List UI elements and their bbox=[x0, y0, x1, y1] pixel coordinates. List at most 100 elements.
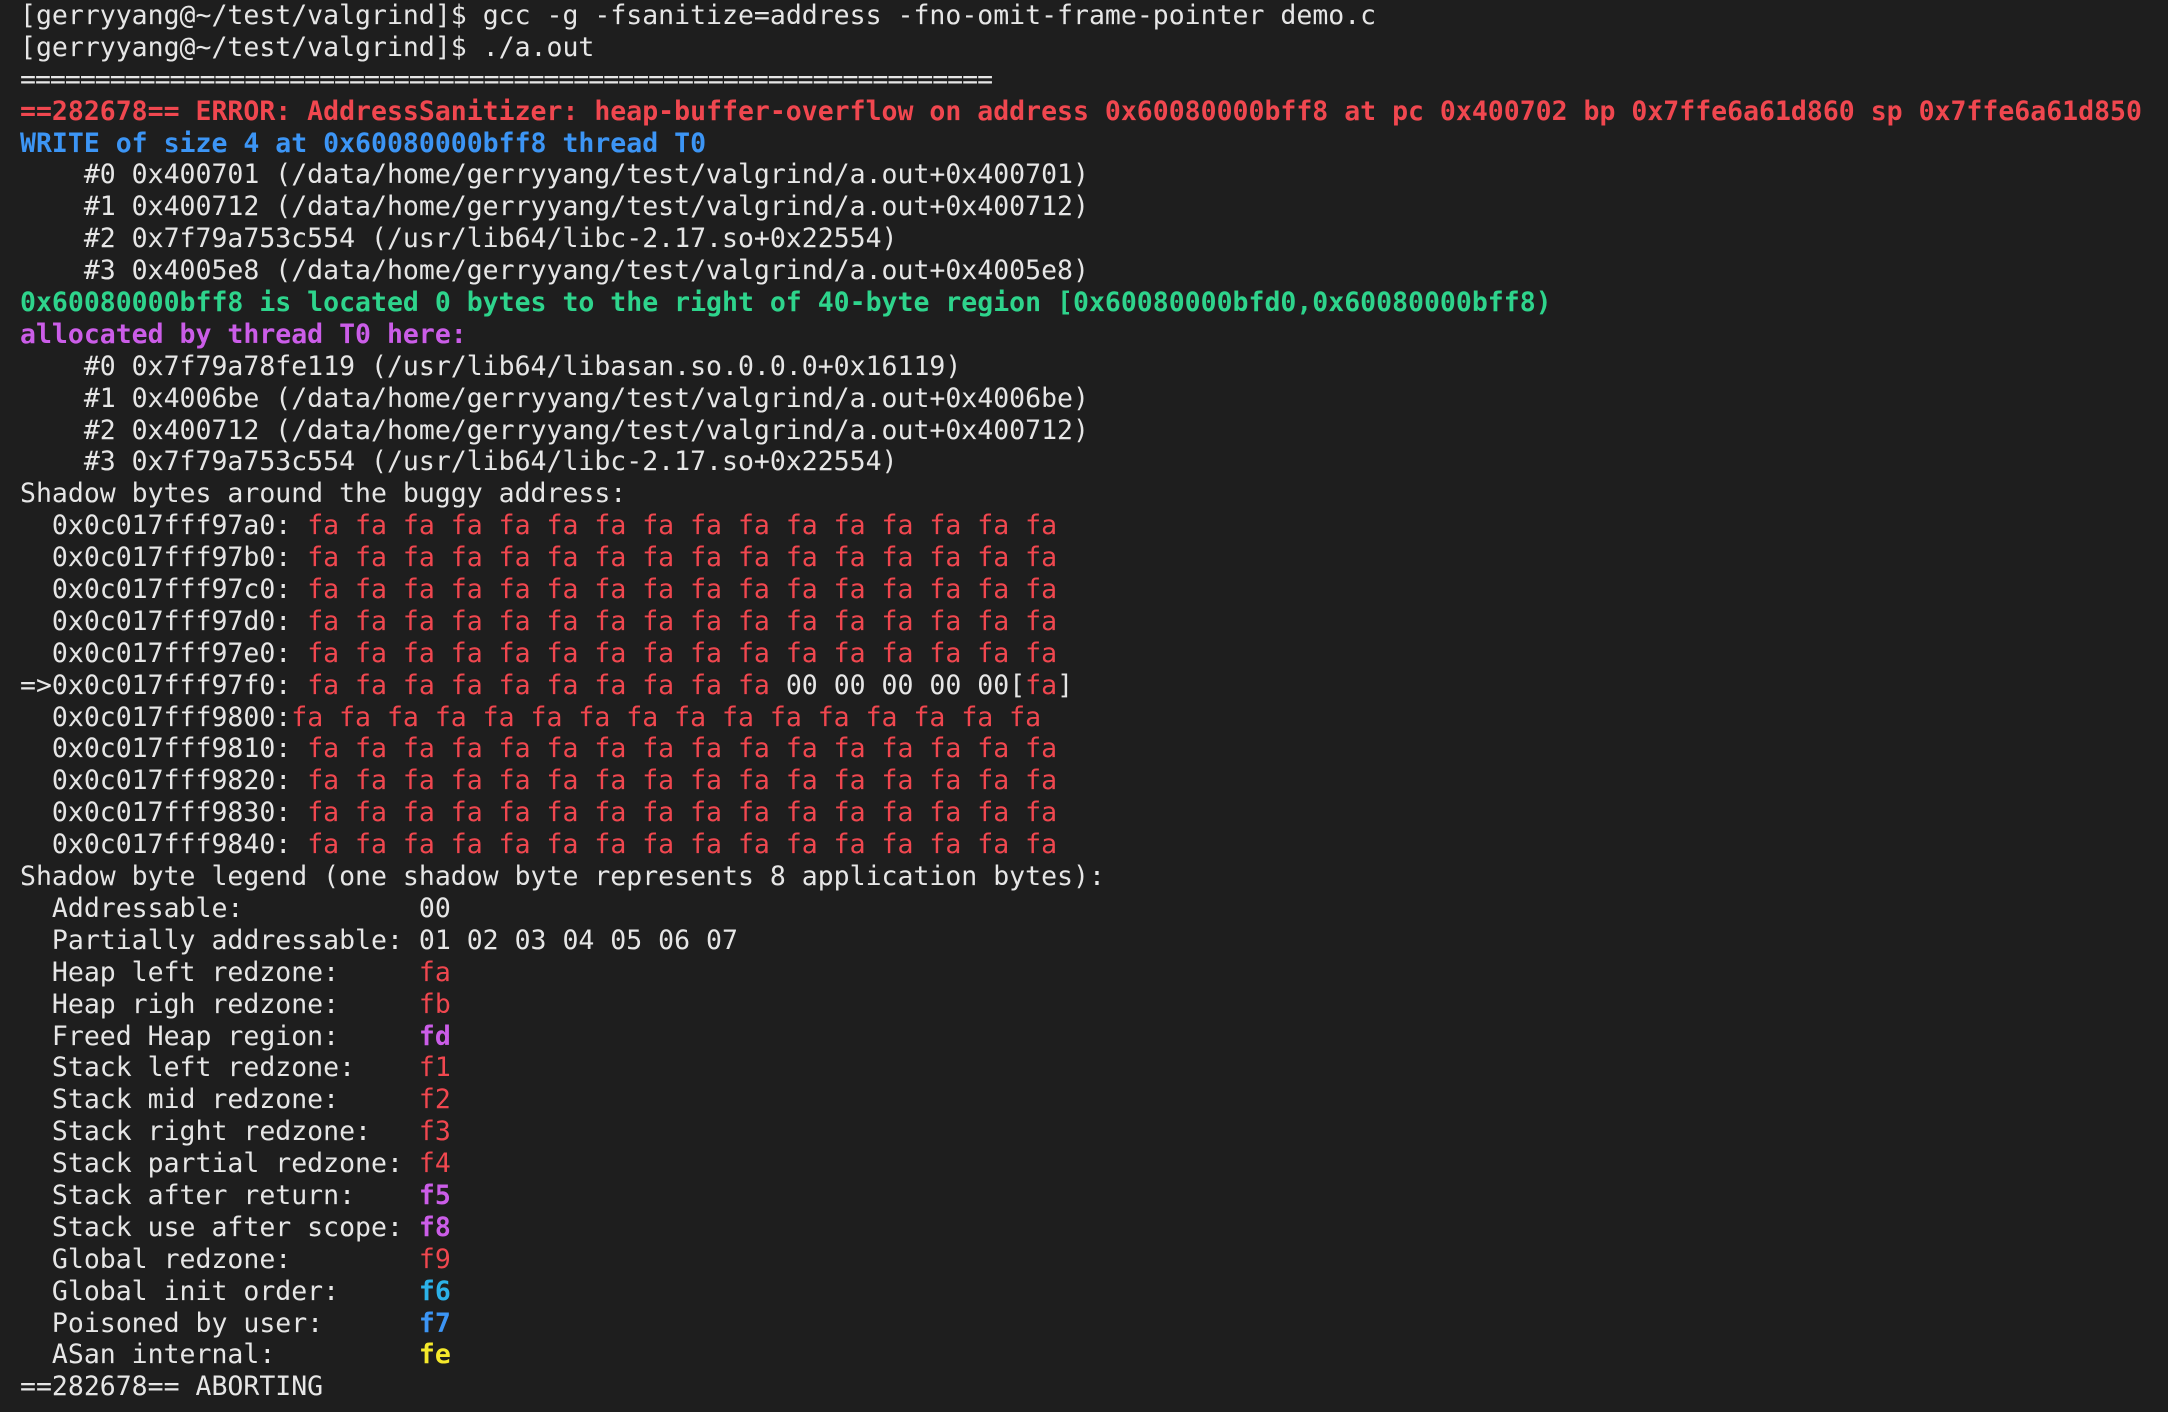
shadow-row-bytes: fa fa fa fa fa fa fa fa fa fa fa fa fa f… bbox=[307, 542, 1058, 574]
shadow-row-address: 0x0c017fff9840: bbox=[20, 829, 308, 861]
legend-value: f4 bbox=[418, 1148, 451, 1180]
legend-label: Global redzone: bbox=[20, 1243, 419, 1275]
legend-row: Global init order: f6 bbox=[20, 1276, 2168, 1308]
shadow-row-bytes: fa fa fa fa fa fa fa fa fa fa fa fa fa f… bbox=[307, 765, 1058, 797]
alloc-frame-line: #3 0x7f79a753c554 (/usr/lib64/libc-2.17.… bbox=[20, 446, 898, 478]
legend-label: Partially addressable: bbox=[20, 924, 419, 956]
legend-label: Poisoned by user: bbox=[20, 1307, 419, 1339]
legend-row: Stack use after scope: f8 bbox=[20, 1212, 2168, 1244]
legend-label: Heap righ redzone: bbox=[20, 988, 419, 1020]
shadow-row-address: 0x0c017fff97b0: bbox=[20, 542, 308, 574]
aborting-line: ==282678== ABORTING bbox=[20, 1371, 324, 1403]
shadow-row: 0x0c017fff97e0: fa fa fa fa fa fa fa fa … bbox=[20, 638, 2168, 670]
shadow-row-address: 0x0c017fff97d0: bbox=[20, 605, 308, 637]
shadow-row: 0x0c017fff9840: fa fa fa fa fa fa fa fa … bbox=[20, 829, 2168, 861]
legend-label: Stack after return: bbox=[20, 1179, 419, 1211]
command-text: gcc -g -fsanitize=address -fno-omit-fram… bbox=[482, 0, 1377, 31]
legend-value: f8 bbox=[418, 1211, 451, 1243]
stack-frame-line: #3 0x4005e8 (/data/home/gerryyang/test/v… bbox=[20, 255, 1089, 287]
shadow-row: 0x0c017fff97a0: fa fa fa fa fa fa fa fa … bbox=[20, 510, 2168, 542]
shadow-row-bytes: fa fa fa fa fa fa fa fa fa fa fa fa fa f… bbox=[307, 733, 1058, 765]
legend-value: f1 bbox=[418, 1052, 451, 1084]
legend-label: Stack partial redzone: bbox=[20, 1148, 419, 1180]
legend-row: Stack left redzone: f1 bbox=[20, 1052, 2168, 1084]
legend-label: Stack use after scope: bbox=[20, 1211, 419, 1243]
legend-row: Stack partial redzone: f4 bbox=[20, 1148, 2168, 1180]
legend-row: Freed Heap region: fd bbox=[20, 1021, 2168, 1053]
error-line: ==282678== ERROR: AddressSanitizer: heap… bbox=[20, 95, 2142, 127]
buggy-row-redzone-bytes: fa fa fa fa fa fa fa fa fa fa bbox=[307, 669, 786, 701]
shadow-row-address: 0x0c017fff9800: bbox=[20, 701, 292, 733]
legend-header: Shadow byte legend (one shadow byte repr… bbox=[20, 861, 1105, 893]
legend-value: f5 bbox=[418, 1179, 451, 1211]
shadow-row-address: 0x0c017fff9820: bbox=[20, 765, 308, 797]
write-access-line: WRITE of size 4 at 0x60080000bff8 thread… bbox=[20, 127, 707, 159]
legend-label: Stack right redzone: bbox=[20, 1116, 419, 1148]
command-line-1: [gerryyang@~/test/valgrind]$ gcc -g -fsa… bbox=[20, 0, 2168, 32]
legend-label: Stack left redzone: bbox=[20, 1052, 419, 1084]
legend-value: f6 bbox=[418, 1275, 451, 1307]
legend-row: Poisoned by user: f7 bbox=[20, 1308, 2168, 1340]
alloc-frame-line: #0 0x7f79a78fe119 (/usr/lib64/libasan.so… bbox=[20, 350, 962, 382]
legend-row: Stack after return: f5 bbox=[20, 1180, 2168, 1212]
legend-row: Addressable: 00 bbox=[20, 893, 2168, 925]
legend-value: f9 bbox=[418, 1243, 451, 1275]
shadow-row: 0x0c017fff9830: fa fa fa fa fa fa fa fa … bbox=[20, 797, 2168, 829]
shadow-row: 0x0c017fff9810: fa fa fa fa fa fa fa fa … bbox=[20, 733, 2168, 765]
shadow-row-bytes: fa fa fa fa fa fa fa fa fa fa fa fa fa f… bbox=[307, 797, 1058, 829]
shadow-row-bytes: fa fa fa fa fa fa fa fa fa fa fa fa fa f… bbox=[307, 829, 1058, 861]
shadow-bytes-header: Shadow bytes around the buggy address: bbox=[20, 478, 627, 510]
terminal-window[interactable]: [gerryyang@~/test/valgrind]$ gcc -g -fsa… bbox=[0, 0, 2168, 1412]
legend-label: Freed Heap region: bbox=[20, 1020, 419, 1052]
shadow-row-bytes: fa fa fa fa fa fa fa fa fa fa fa fa fa f… bbox=[307, 574, 1058, 606]
legend-label: Global init order: bbox=[20, 1275, 419, 1307]
legend-row: Global redzone: f9 bbox=[20, 1244, 2168, 1276]
stack-frame-line: #1 0x400712 (/data/home/gerryyang/test/v… bbox=[20, 191, 1089, 223]
legend-row: Stack right redzone: f3 bbox=[20, 1116, 2168, 1148]
legend-value: 00 bbox=[418, 892, 451, 924]
shadow-row-bytes: fa fa fa fa fa fa fa fa fa fa fa fa fa f… bbox=[291, 701, 1042, 733]
shadow-row-address: 0x0c017fff97a0: bbox=[20, 510, 308, 542]
legend-value: f2 bbox=[418, 1084, 451, 1116]
shadow-row-address: 0x0c017fff9830: bbox=[20, 797, 308, 829]
shadow-row: 0x0c017fff9800:fa fa fa fa fa fa fa fa f… bbox=[20, 702, 2168, 734]
legend-row: Partially addressable: 01 02 03 04 05 06… bbox=[20, 925, 2168, 957]
legend-value: fa bbox=[418, 956, 451, 988]
legend-value: fd bbox=[418, 1020, 451, 1052]
shadow-row-address: 0x0c017fff9810: bbox=[20, 733, 308, 765]
legend-value: fb bbox=[418, 988, 451, 1020]
shadow-row-address: 0x0c017fff97e0: bbox=[20, 637, 308, 669]
legend-label: Addressable: bbox=[20, 892, 419, 924]
command-text: ./a.out bbox=[482, 31, 595, 63]
alloc-frame-line: #1 0x4006be (/data/home/gerryyang/test/v… bbox=[20, 382, 1089, 414]
buggy-byte-bracket-open: [ bbox=[1009, 669, 1026, 701]
shadow-row-bytes: fa fa fa fa fa fa fa fa fa fa fa fa fa f… bbox=[307, 510, 1058, 542]
legend-row: Heap righ redzone: fb bbox=[20, 989, 2168, 1021]
stack-frame-line: #2 0x7f79a753c554 (/usr/lib64/libc-2.17.… bbox=[20, 223, 898, 255]
legend-row: ASan internal: fe bbox=[20, 1339, 2168, 1371]
region-location-line: 0x60080000bff8 is located 0 bytes to the… bbox=[20, 287, 1552, 319]
buggy-byte-value: fa bbox=[1025, 669, 1058, 701]
buggy-row-address: =>0x0c017fff97f0: bbox=[20, 669, 308, 701]
separator-line: ========================================… bbox=[20, 63, 993, 95]
legend-value: fe bbox=[418, 1339, 451, 1371]
legend-value: f3 bbox=[418, 1116, 451, 1148]
legend-row: Stack mid redzone: f2 bbox=[20, 1084, 2168, 1116]
legend-label: ASan internal: bbox=[20, 1339, 419, 1371]
shadow-row: 0x0c017fff97d0: fa fa fa fa fa fa fa fa … bbox=[20, 606, 2168, 638]
shell-prompt: [gerryyang@~/test/valgrind]$ bbox=[20, 31, 483, 63]
stack-frame-line: #0 0x400701 (/data/home/gerryyang/test/v… bbox=[20, 159, 1089, 191]
shadow-row-address: 0x0c017fff97c0: bbox=[20, 574, 308, 606]
legend-value: 01 02 03 04 05 06 07 bbox=[418, 924, 738, 956]
buggy-row-addressable-bytes: 00 00 00 00 00 bbox=[785, 669, 1010, 701]
shadow-row-bytes: fa fa fa fa fa fa fa fa fa fa fa fa fa f… bbox=[307, 637, 1058, 669]
shadow-row: 0x0c017fff97b0: fa fa fa fa fa fa fa fa … bbox=[20, 542, 2168, 574]
shadow-row: 0x0c017fff9820: fa fa fa fa fa fa fa fa … bbox=[20, 765, 2168, 797]
command-line-2: [gerryyang@~/test/valgrind]$ ./a.out bbox=[20, 32, 2168, 64]
buggy-byte-bracket-close: ] bbox=[1057, 669, 1074, 701]
shell-prompt: [gerryyang@~/test/valgrind]$ bbox=[20, 0, 483, 31]
shadow-row: 0x0c017fff97c0: fa fa fa fa fa fa fa fa … bbox=[20, 574, 2168, 606]
legend-label: Heap left redzone: bbox=[20, 956, 419, 988]
legend-label: Stack mid redzone: bbox=[20, 1084, 419, 1116]
alloc-frame-line: #2 0x400712 (/data/home/gerryyang/test/v… bbox=[20, 414, 1089, 446]
